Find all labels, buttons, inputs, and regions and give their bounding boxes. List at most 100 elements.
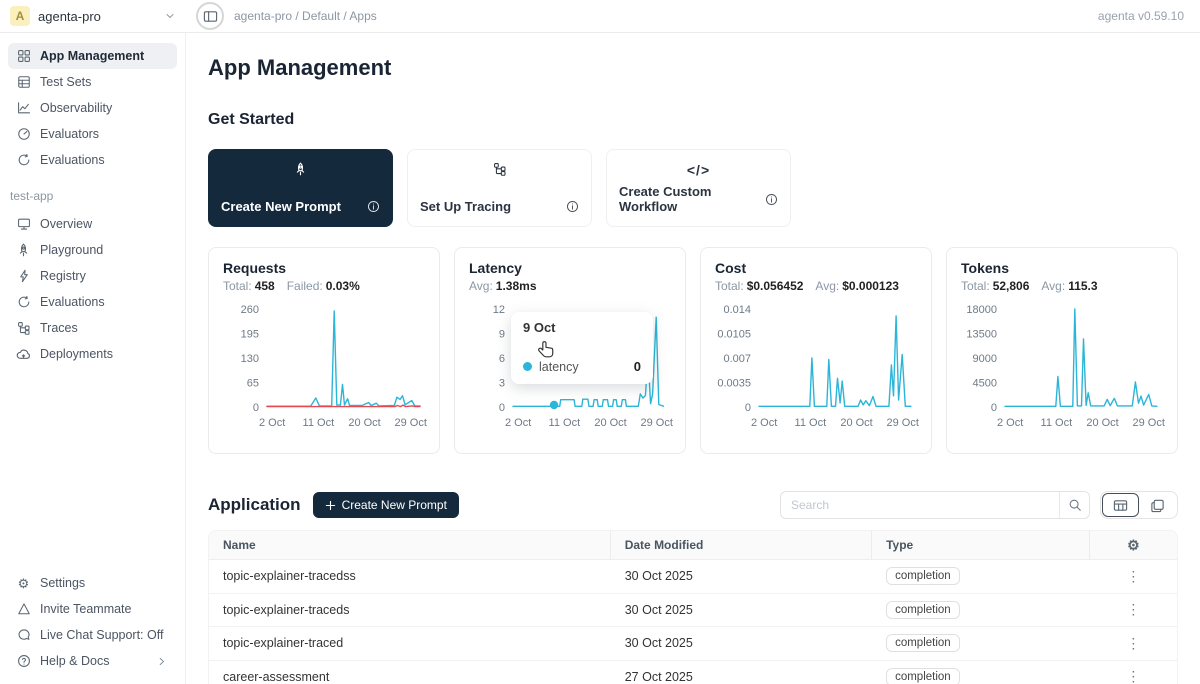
- chart-title: Cost: [715, 260, 917, 276]
- info-icon: [566, 200, 579, 213]
- cell-actions: ⋮: [1090, 568, 1177, 585]
- svg-text:20 Oct: 20 Oct: [348, 417, 380, 429]
- application-header: Application Create New Prompt: [208, 491, 1178, 519]
- row-menu-kebab-icon[interactable]: ⋮: [1126, 635, 1140, 652]
- svg-text:13500: 13500: [966, 329, 997, 341]
- workspace-selector[interactable]: A agenta-pro: [0, 0, 186, 32]
- search-input[interactable]: [781, 498, 1059, 512]
- sidebar-item-label: Overview: [40, 217, 92, 231]
- cloud-icon: [16, 347, 31, 362]
- sidebar-item-playground[interactable]: Playground: [8, 237, 177, 263]
- chart-title: Latency: [469, 260, 671, 276]
- svg-text:0.014: 0.014: [723, 304, 751, 316]
- svg-text:11 Oct: 11 Oct: [303, 417, 335, 429]
- tooltip-series-row: latency0: [523, 359, 641, 374]
- sidebar-item-help-docs[interactable]: Help & Docs: [8, 648, 177, 674]
- table-view-button[interactable]: [1102, 493, 1139, 517]
- sidebar-item-deployments[interactable]: Deployments: [8, 341, 177, 367]
- card-label: Create New Prompt: [221, 199, 341, 214]
- sidebar-item-label: Traces: [40, 321, 78, 335]
- svg-text:0: 0: [499, 402, 505, 414]
- tooltip-date: 9 Oct: [523, 320, 641, 335]
- row-menu-kebab-icon[interactable]: ⋮: [1126, 568, 1140, 585]
- column-header-date-modified[interactable]: Date Modified: [611, 531, 872, 559]
- tree-icon: [16, 321, 31, 335]
- gauge-icon: [16, 127, 31, 141]
- rocket-icon: [221, 162, 380, 177]
- get-started-card-set-up-tracing[interactable]: Set Up Tracing: [407, 149, 592, 227]
- sidebar-item-invite-teammate[interactable]: Invite Teammate: [8, 596, 177, 622]
- svg-text:0: 0: [745, 402, 751, 414]
- column-header-type[interactable]: Type: [872, 531, 1090, 559]
- table-row[interactable]: career-assessment27 Oct 2025completion⋮: [209, 661, 1177, 684]
- table-row[interactable]: topic-explainer-tracedss30 Oct 2025compl…: [209, 560, 1177, 594]
- table-row[interactable]: topic-explainer-traced30 Oct 2025complet…: [209, 627, 1177, 661]
- svg-text:20 Oct: 20 Oct: [840, 417, 872, 429]
- sidebar-item-label: Registry: [40, 269, 86, 283]
- get-started-card-create-new-prompt[interactable]: Create New Prompt: [208, 149, 393, 227]
- table-settings-gear-icon[interactable]: ⚙: [1127, 537, 1140, 554]
- sidebar-item-label: Settings: [40, 576, 85, 590]
- chevron-down-icon: [164, 10, 176, 22]
- code-icon: </>: [619, 162, 778, 178]
- panel-icon: [203, 9, 218, 24]
- sidebar-item-live-chat-support-off[interactable]: Live Chat Support: Off: [8, 622, 177, 648]
- chart-card-cost: CostTotal:$0.056452Avg:$0.00012300.00350…: [700, 247, 932, 454]
- invite-icon: [16, 602, 31, 616]
- sidebar-item-label: Evaluations: [40, 295, 105, 309]
- search-icon: [1068, 498, 1082, 512]
- card-view-button[interactable]: [1139, 493, 1176, 517]
- sidebar-item-settings[interactable]: ⚙Settings: [8, 570, 177, 596]
- cursor-hand-icon: [537, 340, 556, 359]
- rocket-icon: [16, 243, 31, 258]
- cell-date-modified: 30 Oct 2025: [611, 569, 872, 583]
- search-button[interactable]: [1059, 492, 1089, 518]
- cell-date-modified: 27 Oct 2025: [611, 670, 872, 684]
- sidebar-app-list: Overview Playground Registry Evaluations Tra…: [8, 211, 177, 367]
- chart-card-latency: LatencyAvg:1.38ms0369122 Oct11 Oct20 Oct…: [454, 247, 686, 454]
- svg-text:2 Oct: 2 Oct: [259, 417, 285, 429]
- page-title: App Management: [208, 55, 1178, 81]
- row-menu-kebab-icon[interactable]: ⋮: [1126, 601, 1140, 618]
- sidebar-item-test-sets[interactable]: Test Sets: [8, 69, 177, 95]
- get-started-card-create-custom-workflow[interactable]: </>Create Custom Workflow: [606, 149, 791, 227]
- sidebar-item-traces[interactable]: Traces: [8, 315, 177, 341]
- svg-text:3: 3: [499, 378, 505, 390]
- table-row[interactable]: topic-explainer-traceds30 Oct 2025comple…: [209, 594, 1177, 628]
- get-started-title: Get Started: [208, 111, 1178, 129]
- sidebar-item-registry[interactable]: Registry: [8, 263, 177, 289]
- cell-type: completion: [872, 634, 1090, 652]
- svg-text:2 Oct: 2 Oct: [505, 417, 531, 429]
- bolt-icon: [16, 269, 31, 283]
- sidebar-item-overview[interactable]: Overview: [8, 211, 177, 237]
- sidebar-item-evaluations[interactable]: Evaluations: [8, 289, 177, 315]
- type-badge: completion: [886, 567, 960, 585]
- type-badge: completion: [886, 668, 960, 684]
- type-badge: completion: [886, 634, 960, 652]
- sidebar-main-list: App ManagementTest SetsObservability Eval…: [8, 43, 177, 173]
- info-icon: [367, 200, 380, 213]
- svg-text:20 Oct: 20 Oct: [594, 417, 626, 429]
- create-new-prompt-button[interactable]: Create New Prompt: [313, 492, 459, 518]
- workspace-name: agenta-pro: [38, 9, 101, 24]
- sidebar-item-label: Playground: [40, 243, 103, 257]
- refresh-icon: [16, 153, 31, 167]
- chart-stat: Failed:0.03%: [287, 279, 360, 293]
- svg-text:20 Oct: 20 Oct: [1086, 417, 1118, 429]
- column-header-name[interactable]: Name: [209, 531, 611, 559]
- svg-text:12: 12: [493, 304, 505, 316]
- tooltip-series-value: 0: [634, 359, 641, 374]
- sidebar-item-observability[interactable]: Observability: [8, 95, 177, 121]
- cell-name: topic-explainer-traced: [209, 636, 611, 650]
- chart-plot: 04500900013500180002 Oct11 Oct20 Oct29 O…: [961, 301, 1165, 441]
- sidebar-item-app-management[interactable]: App Management: [8, 43, 177, 69]
- chart-card-requests: RequestsTotal:458Failed:0.03%06513019526…: [208, 247, 440, 454]
- row-menu-kebab-icon[interactable]: ⋮: [1126, 668, 1140, 684]
- sidebar-item-evaluations[interactable]: Evaluations: [8, 147, 177, 173]
- sidebar-item-evaluators[interactable]: Evaluators: [8, 121, 177, 147]
- sidebar-item-label: Evaluators: [40, 127, 99, 141]
- svg-text:9000: 9000: [973, 353, 997, 365]
- tree-icon: [420, 162, 579, 176]
- svg-text:11 Oct: 11 Oct: [549, 417, 581, 429]
- sidebar-collapse-button[interactable]: [196, 2, 224, 30]
